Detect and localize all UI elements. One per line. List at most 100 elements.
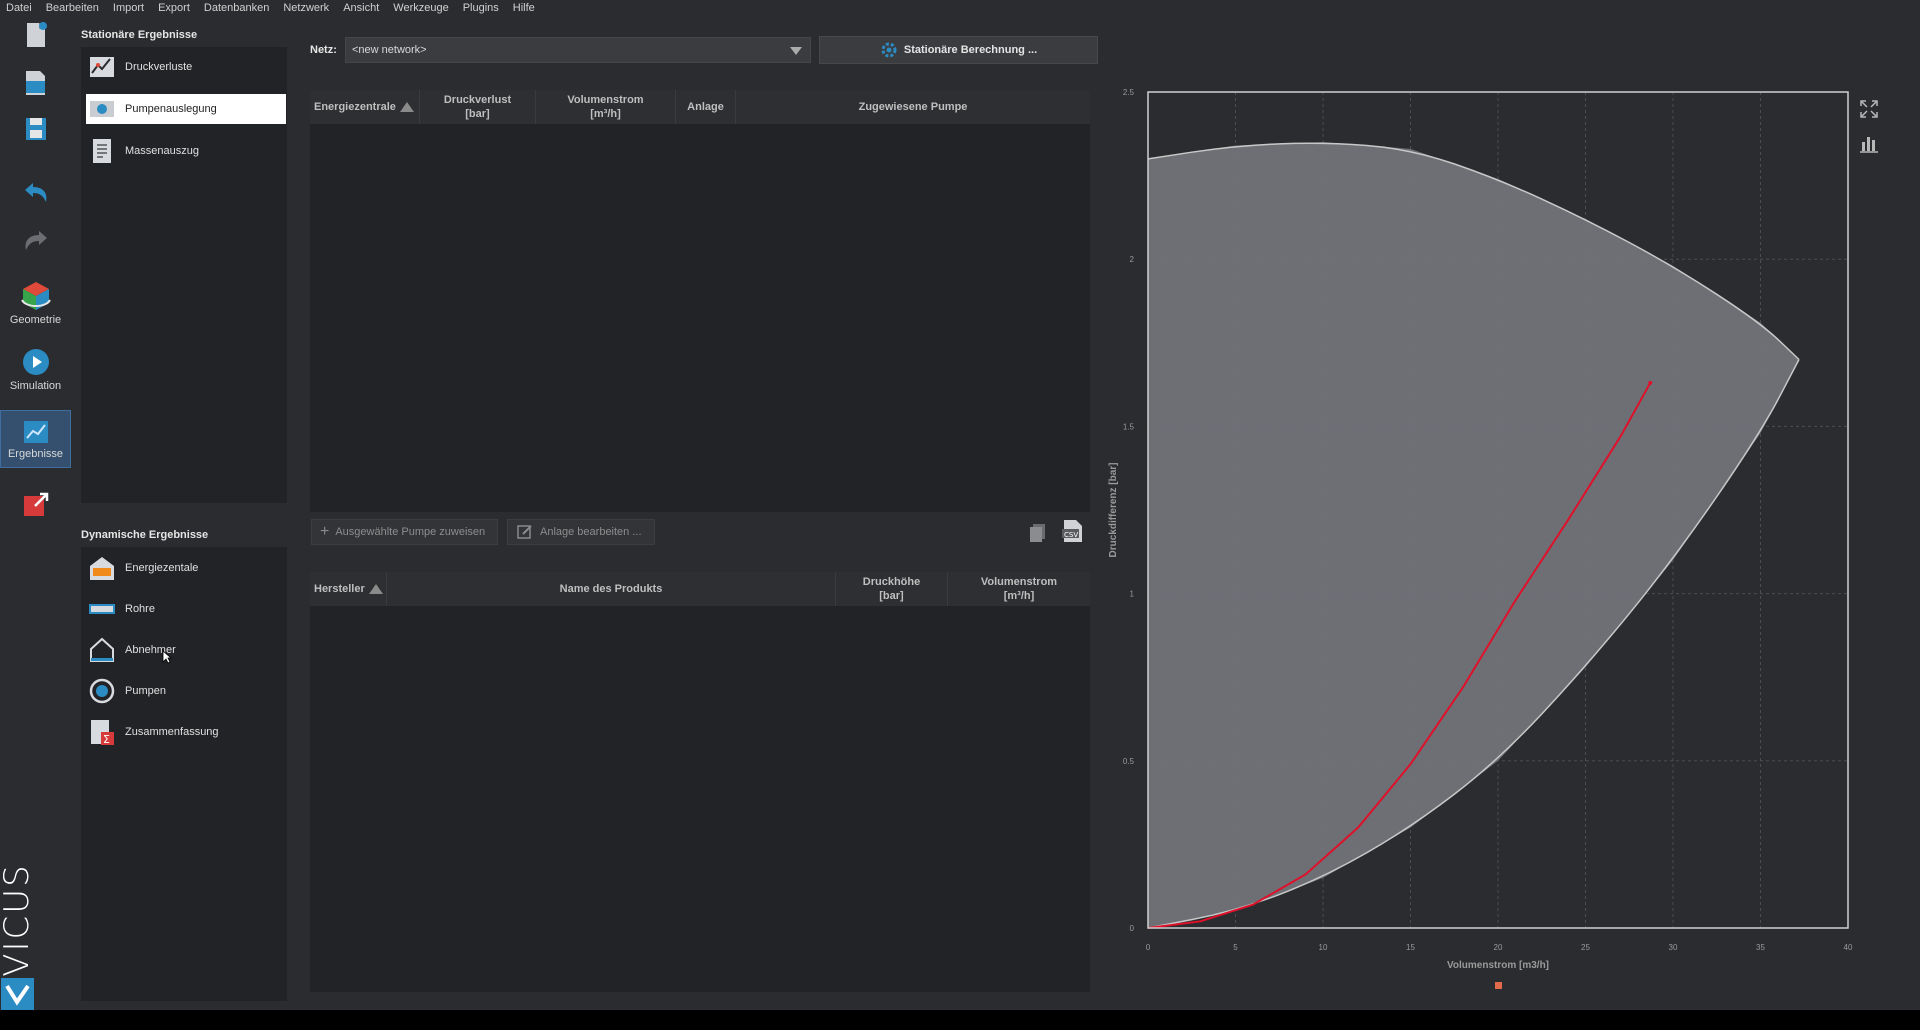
expand-icon bbox=[1860, 100, 1878, 118]
geometry-label: Geometrie bbox=[9, 314, 62, 326]
energy-central-icon bbox=[88, 554, 116, 582]
network-select[interactable]: <new network> bbox=[345, 37, 811, 63]
chart-toolbar bbox=[1858, 98, 1880, 154]
network-label: Netz: bbox=[310, 44, 337, 56]
results-chart-icon bbox=[23, 421, 48, 443]
menu-item-hilfe[interactable]: Hilfe bbox=[513, 2, 535, 14]
geometry-mode-button[interactable]: Geometrie bbox=[0, 280, 71, 336]
column-volume-flow[interactable]: Volumenstrom [m³/h] bbox=[536, 90, 676, 124]
nav-label: Druckverluste bbox=[125, 61, 193, 73]
pump-icon bbox=[88, 677, 116, 705]
menu-item-import[interactable]: Import bbox=[113, 2, 144, 14]
copy-button[interactable] bbox=[1026, 520, 1050, 544]
menu-item-plugins[interactable]: Plugins bbox=[463, 2, 499, 14]
y-tick-label: 2.5 bbox=[1123, 88, 1135, 97]
export-button[interactable] bbox=[0, 488, 71, 522]
geometry-cube-icon bbox=[20, 282, 51, 310]
column-volume-flow[interactable]: Volumenstrom [m³/h] bbox=[948, 572, 1090, 606]
menu-item-ansicht[interactable]: Ansicht bbox=[343, 2, 379, 14]
pump-design-icon bbox=[88, 95, 116, 123]
nav-item-pump-design[interactable]: Pumpenauslegung bbox=[86, 94, 286, 124]
column-pressure-loss[interactable]: Druckverlust [bar] bbox=[420, 90, 536, 124]
bar-chart-icon bbox=[1860, 137, 1878, 153]
redo-button[interactable] bbox=[0, 224, 71, 258]
nav-label: Pumpenauslegung bbox=[125, 103, 217, 115]
menu-item-netzwerk[interactable]: Netzwerk bbox=[283, 2, 329, 14]
stationary-results-list: Druckverluste Pumpenauslegung Massenausz… bbox=[81, 47, 287, 503]
dynamic-results-list: Energiezentale Rohre Abnehmer Pumpen Σ Z… bbox=[81, 547, 287, 1001]
sort-ascending-icon bbox=[399, 102, 414, 112]
save-project-button[interactable] bbox=[0, 112, 71, 146]
y-tick-label: 0.5 bbox=[1123, 757, 1135, 766]
fullscreen-button[interactable] bbox=[1858, 98, 1880, 120]
menu-item-bearbeiten[interactable]: Bearbeiten bbox=[46, 2, 99, 14]
results-mode-button[interactable]: Ergebnisse bbox=[0, 410, 71, 468]
column-plant[interactable]: Anlage bbox=[676, 90, 736, 124]
assign-pump-button[interactable]: + Ausgewählte Pumpe zuweisen bbox=[311, 519, 498, 545]
x-tick-label: 35 bbox=[1756, 943, 1765, 952]
nav-item-consumers[interactable]: Abnehmer bbox=[86, 635, 286, 665]
menu-item-datei[interactable]: Datei bbox=[6, 2, 32, 14]
x-tick-label: 40 bbox=[1844, 943, 1853, 952]
nav-item-mass-extract[interactable]: Massenauszug bbox=[86, 136, 286, 166]
simulation-mode-button[interactable]: Simulation bbox=[0, 346, 71, 402]
svg-text:CSV: CSV bbox=[1064, 531, 1078, 539]
csv-export-button[interactable]: CSV bbox=[1060, 518, 1086, 544]
edit-plant-button[interactable]: Anlage bearbeiten ... bbox=[507, 519, 655, 545]
nav-label: Energiezentale bbox=[125, 562, 199, 574]
pump-product-table: Hersteller Name des Produkts Druckhöhe [b… bbox=[310, 572, 1090, 992]
nav-label: Rohre bbox=[125, 603, 155, 615]
nav-label: Pumpen bbox=[125, 685, 166, 697]
new-file-icon bbox=[26, 22, 47, 47]
column-product-name[interactable]: Name des Produkts bbox=[387, 572, 836, 606]
x-tick-label: 10 bbox=[1319, 943, 1328, 952]
y-axis-label: Druckdifferenz [bar] bbox=[1108, 462, 1119, 557]
consumer-house-icon bbox=[88, 636, 116, 664]
y-tick-label: 2 bbox=[1130, 255, 1135, 264]
y-tick-label: 1 bbox=[1130, 590, 1135, 599]
main-sidebar: Geometrie Simulation Ergebnisse bbox=[0, 16, 71, 1010]
open-project-button[interactable] bbox=[0, 66, 71, 100]
nav-item-pipes[interactable]: Rohre bbox=[86, 594, 286, 624]
results-label: Ergebnisse bbox=[7, 448, 64, 460]
redo-icon bbox=[25, 231, 47, 250]
stationary-calculation-button[interactable]: Stationäre Berechnung ... bbox=[819, 36, 1098, 64]
nav-label: Massenauszug bbox=[125, 145, 199, 157]
nav-item-energy-central[interactable]: Energiezentale bbox=[86, 553, 286, 583]
menu-item-export[interactable]: Export bbox=[158, 2, 190, 14]
new-project-button[interactable] bbox=[0, 18, 71, 52]
column-energy-central[interactable]: Energiezentrale bbox=[310, 90, 420, 124]
calculation-button-label: Stationäre Berechnung ... bbox=[903, 44, 1038, 56]
x-tick-label: 25 bbox=[1581, 943, 1590, 952]
table-header: Energiezentrale Druckverlust [bar] Volume… bbox=[310, 90, 1090, 124]
nav-item-summary[interactable]: Σ Zusammenfassung bbox=[86, 717, 286, 747]
simulation-label: Simulation bbox=[9, 380, 62, 392]
undo-button[interactable] bbox=[0, 176, 71, 210]
x-tick-label: 0 bbox=[1146, 943, 1151, 952]
chevron-down-icon bbox=[790, 47, 802, 55]
csv-file-icon: CSV bbox=[1062, 520, 1082, 542]
menu-item-datenbanken[interactable]: Datenbanken bbox=[204, 2, 269, 14]
x-tick-label: 15 bbox=[1406, 943, 1415, 952]
nav-item-pumps[interactable]: Pumpen bbox=[86, 676, 286, 706]
open-file-icon bbox=[25, 71, 45, 95]
mass-extract-icon bbox=[88, 137, 116, 165]
brand-logo-icon bbox=[1, 978, 34, 1010]
column-manufacturer[interactable]: Hersteller bbox=[310, 572, 387, 606]
chart-settings-button[interactable] bbox=[1858, 132, 1880, 154]
column-assigned-pump[interactable]: Zugewiesene Pumpe bbox=[736, 90, 1090, 124]
legend-marker bbox=[1495, 982, 1502, 989]
column-pump-head[interactable]: Druckhöhe [bar] bbox=[836, 572, 948, 606]
undo-icon bbox=[24, 183, 46, 202]
export-icon bbox=[23, 492, 48, 516]
sort-ascending-icon bbox=[368, 584, 383, 594]
nav-item-pressure-losses[interactable]: Druckverluste bbox=[86, 52, 286, 82]
x-tick-label: 5 bbox=[1233, 943, 1238, 952]
copy-icon bbox=[1030, 524, 1045, 542]
table-header: Hersteller Name des Produkts Druckhöhe [b… bbox=[310, 572, 1090, 606]
stationary-results-title: Stationäre Ergebnisse bbox=[81, 29, 198, 41]
x-tick-label: 20 bbox=[1494, 943, 1503, 952]
plus-icon: + bbox=[320, 523, 330, 540]
menu-item-werkzeuge[interactable]: Werkzeuge bbox=[393, 2, 448, 14]
gear-icon bbox=[881, 42, 897, 58]
